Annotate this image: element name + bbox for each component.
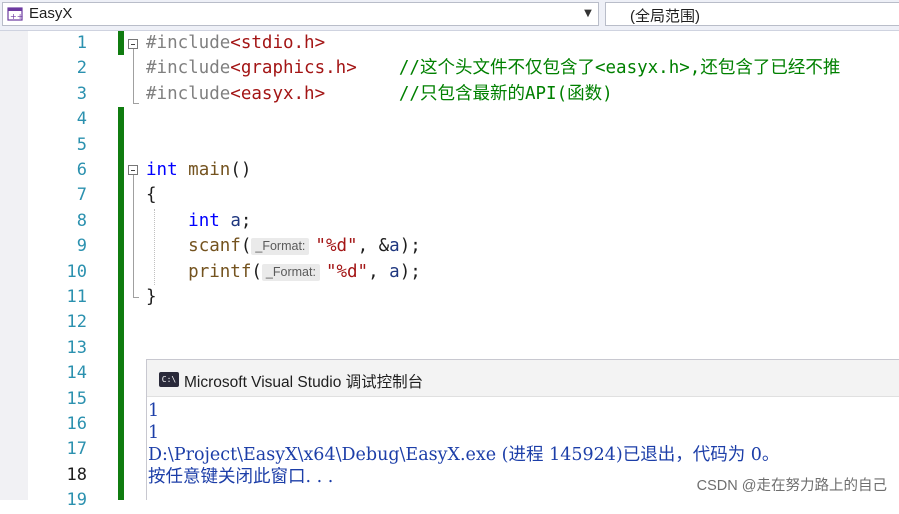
change-indicator-bar: [118, 107, 124, 500]
line-number: 10: [66, 261, 87, 282]
semicolon: ;: [240, 210, 252, 231]
line-number: 8: [76, 210, 87, 231]
scope-label: (全局范围): [630, 8, 700, 25]
editor-navigation-bar: ++ EasyX ▼ (全局范围): [0, 0, 899, 31]
code-comment: //这个头文件不仅包含了<easyx.h>,还包含了已经不推: [398, 58, 841, 79]
parameter-hint: _Format:: [261, 263, 320, 281]
keyword-int: int: [146, 160, 178, 180]
close-paren: );: [399, 236, 421, 257]
line-number: 7: [76, 185, 87, 206]
svg-text:++: ++: [10, 12, 23, 21]
line-number: 15: [66, 388, 87, 409]
console-line: 按任意键关闭此窗口. . .: [148, 467, 334, 487]
close-brace: }: [146, 287, 157, 307]
code-line-8: int a;: [146, 209, 251, 234]
function-call: printf: [188, 261, 252, 282]
line-number: 19: [66, 490, 87, 511]
code-line-11: }: [146, 285, 157, 310]
include-path: <easyx.h>: [230, 83, 326, 104]
fold-guide-end: [133, 103, 139, 104]
argument-separator: ,: [368, 261, 390, 282]
variable-name: a: [230, 210, 241, 231]
keyword-int: int: [188, 210, 220, 231]
fold-guide-line: [133, 175, 134, 298]
string-literal: "%d": [325, 261, 369, 282]
string-literal: "%d": [315, 236, 358, 257]
project-dropdown[interactable]: ++ EasyX ▼: [2, 2, 599, 26]
parentheses: (): [230, 160, 252, 180]
change-indicator-bar: [118, 31, 124, 55]
code-line-7: {: [146, 183, 157, 208]
line-number: 17: [66, 439, 87, 460]
editor-left-margin: [0, 31, 28, 500]
fold-guide-end: [133, 297, 139, 298]
fold-guide-line: [133, 49, 134, 104]
line-number: 5: [76, 134, 87, 155]
line-number: 13: [66, 337, 87, 358]
console-output: 1 1 D:\Project\EasyX\x64\Debug\EasyX.exe (…: [148, 400, 779, 488]
line-number: 4: [76, 109, 87, 130]
console-app-icon: C:\: [159, 372, 179, 387]
project-name: EasyX: [29, 5, 73, 22]
variable-name: a: [389, 261, 400, 282]
collapse-icon[interactable]: [128, 39, 138, 49]
open-brace: {: [146, 185, 157, 206]
code-comment: //只包含最新的API(函数): [398, 83, 613, 104]
chevron-down-icon[interactable]: ▼: [581, 4, 595, 24]
console-line: 1: [148, 401, 160, 421]
line-number: 9: [76, 236, 87, 257]
code-line-3: #include<easyx.h> //只包含最新的API(函数): [146, 82, 613, 107]
preprocessor-directive: #include: [146, 33, 231, 53]
code-line-10: printf(_Format: "%d", a);: [146, 260, 421, 285]
function-name: main: [188, 160, 231, 180]
preprocessor-directive: #include: [146, 83, 231, 104]
close-paren: );: [399, 261, 421, 282]
line-number: 16: [66, 414, 87, 434]
code-line-6: int main(): [146, 158, 251, 183]
code-line-9: scanf(_Format: "%d", &a);: [146, 234, 421, 259]
line-number: 6: [76, 160, 87, 180]
line-number: 3: [76, 83, 87, 104]
include-path: <stdio.h>: [230, 33, 326, 53]
console-title: Microsoft Visual Studio 调试控制台: [184, 374, 424, 391]
code-line-1: #include<stdio.h>: [146, 31, 325, 56]
include-path: <graphics.h>: [230, 58, 357, 79]
preprocessor-directive: #include: [146, 58, 231, 79]
line-number: 1: [76, 33, 87, 53]
line-number-current: 18: [66, 464, 87, 485]
parameter-hint: _Format:: [251, 238, 310, 256]
cpp-project-icon: ++: [7, 7, 23, 21]
console-line: D:\Project\EasyX\x64\Debug\EasyX.exe (进程…: [148, 445, 780, 465]
console-line: 1: [148, 423, 160, 443]
line-number: 11: [66, 287, 87, 307]
open-paren: (: [240, 236, 252, 257]
scope-dropdown[interactable]: (全局范围): [605, 2, 899, 26]
line-number: 12: [66, 312, 87, 333]
function-call: scanf: [188, 236, 241, 257]
variable-name: a: [389, 236, 400, 257]
console-title-bar[interactable]: C:\ Microsoft Visual Studio 调试控制台: [147, 360, 899, 397]
line-number: 14: [66, 363, 87, 384]
csdn-watermark: CSDN @走在努力路上的自己: [696, 478, 887, 494]
argument-separator: , &: [357, 236, 390, 257]
collapse-icon[interactable]: [128, 165, 138, 175]
line-number: 2: [76, 58, 87, 79]
code-line-2: #include<graphics.h> //这个头文件不仅包含了<easyx.…: [146, 56, 840, 81]
open-paren: (: [251, 261, 262, 282]
